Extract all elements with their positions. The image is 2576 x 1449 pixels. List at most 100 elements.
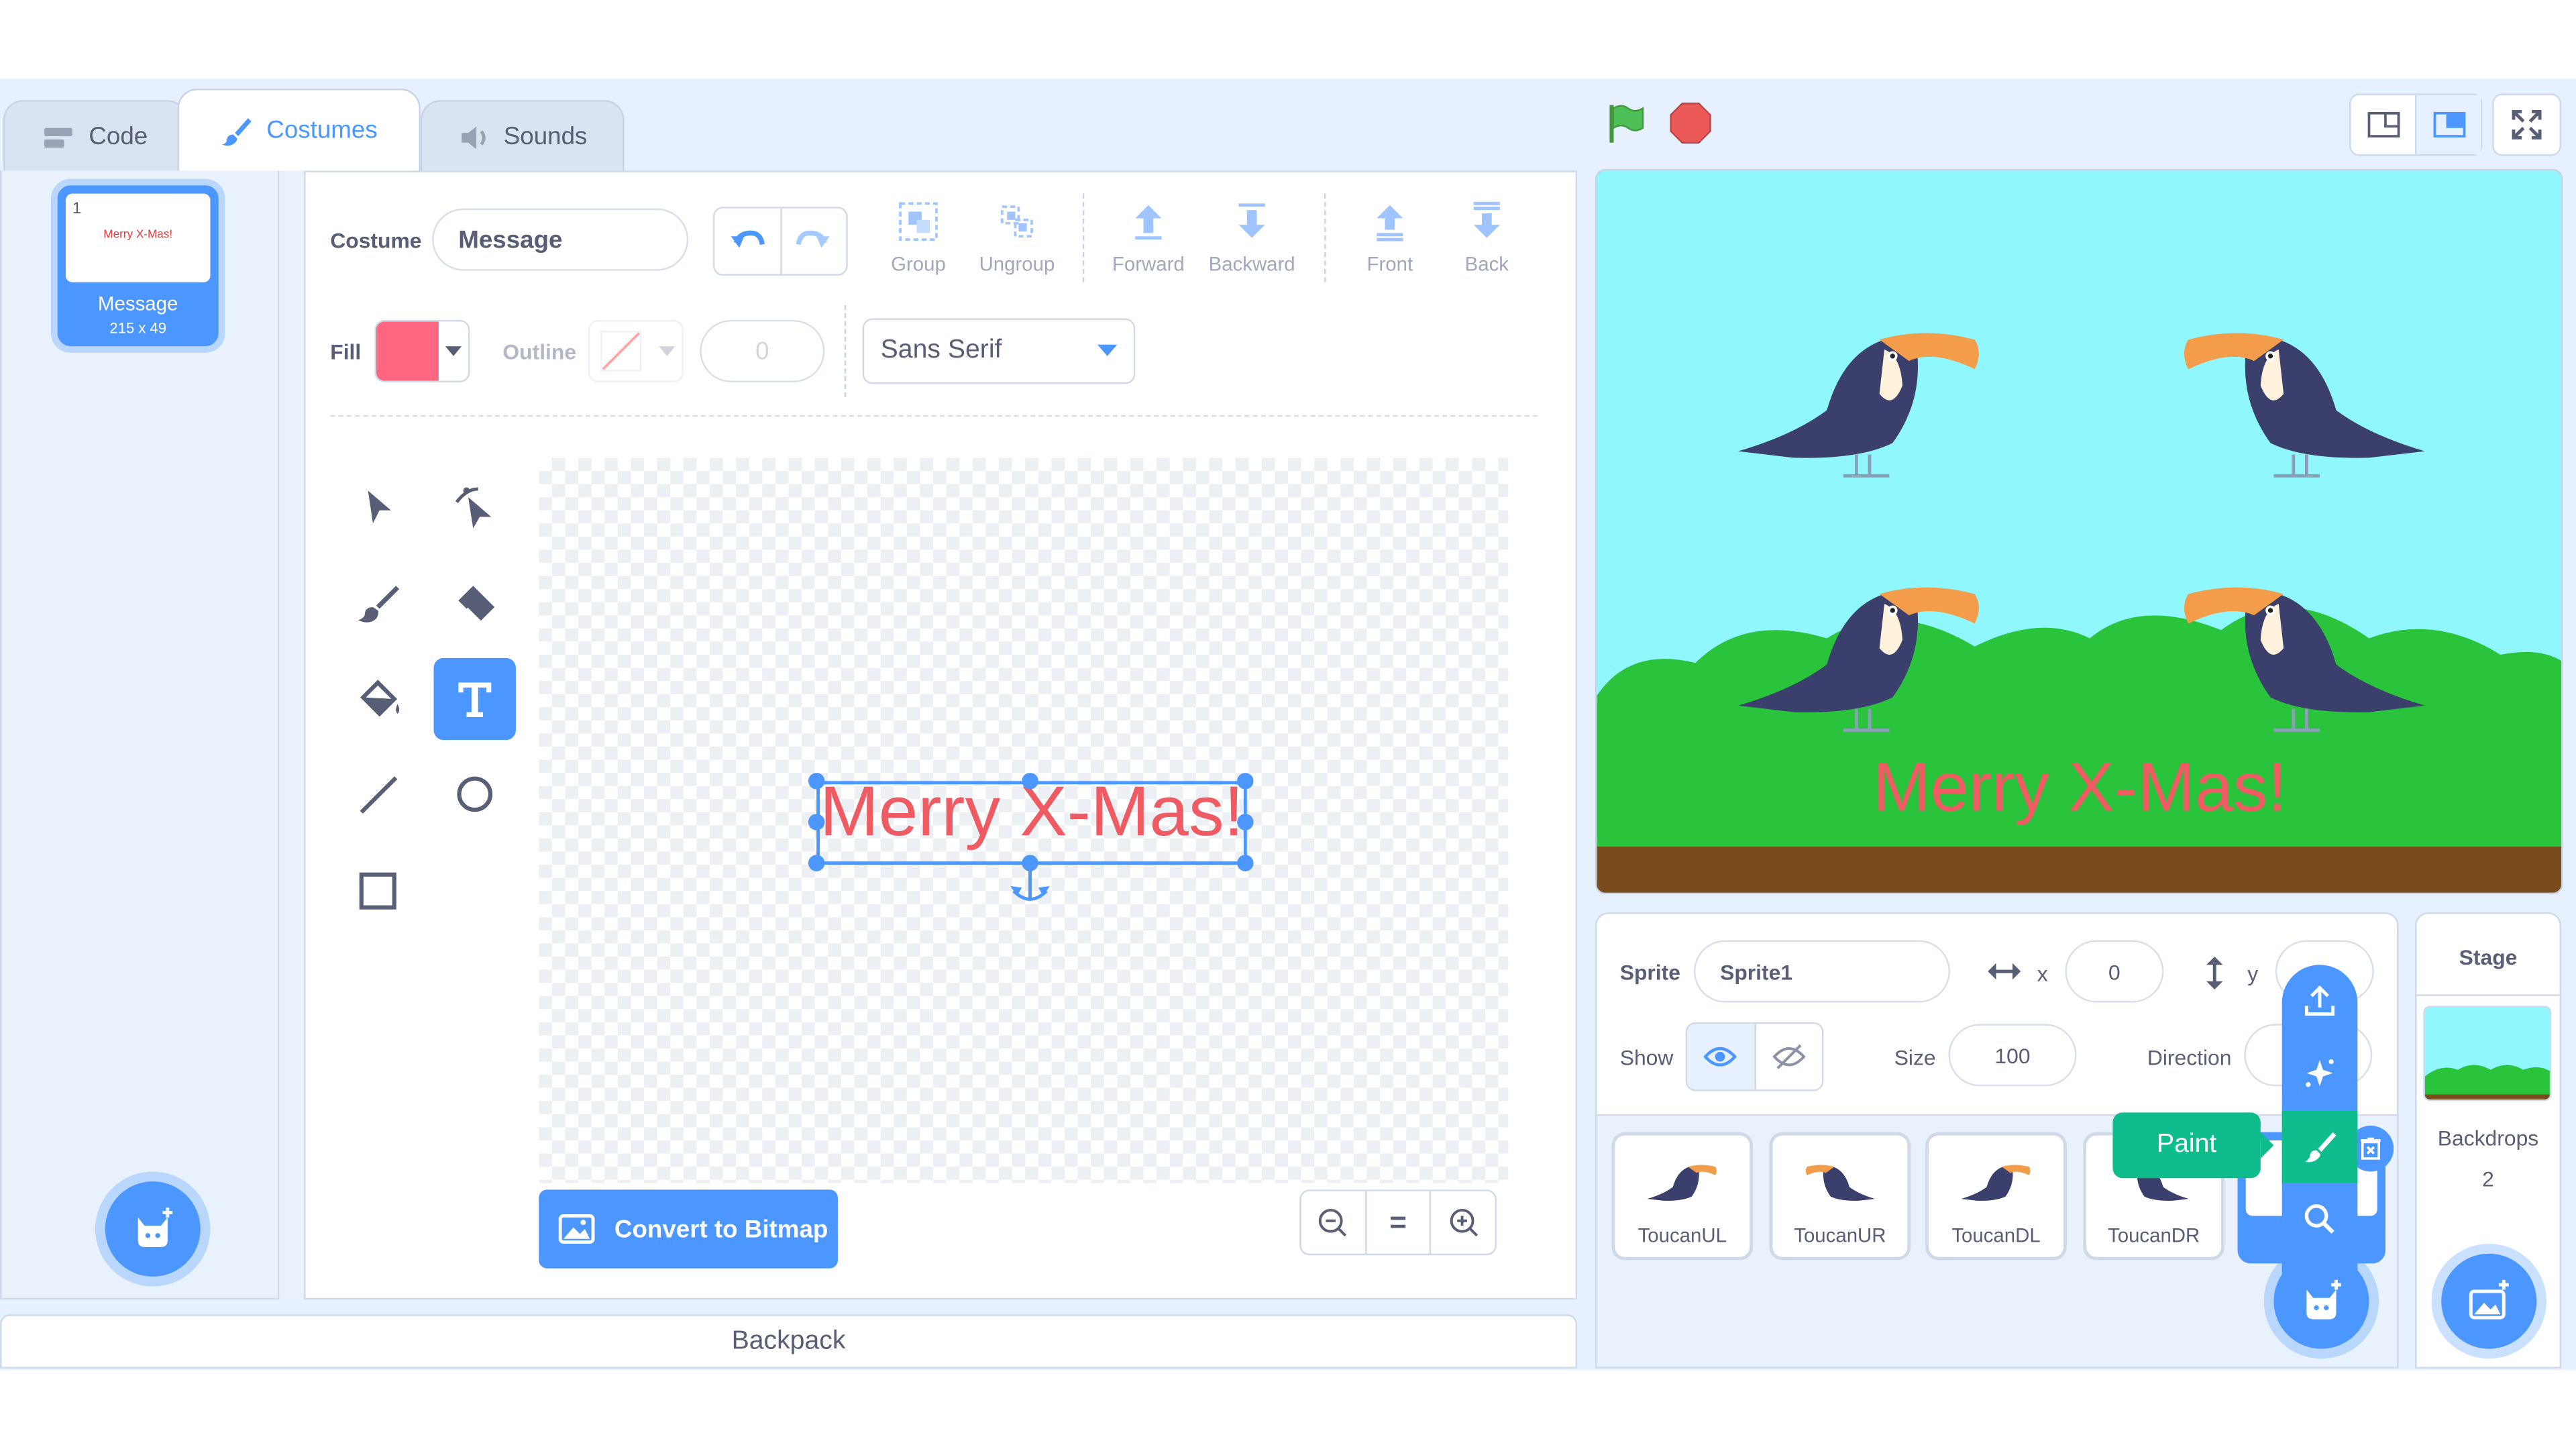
toucan-sprite-ul[interactable] xyxy=(1728,320,1991,484)
rectangle-tool[interactable] xyxy=(337,850,419,932)
choose-costume-button[interactable] xyxy=(105,1181,201,1277)
toolbar-separator xyxy=(1324,193,1326,282)
x-input[interactable]: 0 xyxy=(2065,940,2164,1003)
size-input[interactable]: 100 xyxy=(1948,1024,2077,1087)
rectangle-icon xyxy=(359,872,396,910)
brush-tool[interactable] xyxy=(337,563,419,645)
backpack[interactable]: Backpack xyxy=(0,1314,1578,1368)
choose-sprite-button[interactable] xyxy=(2273,1253,2369,1349)
y-label: y xyxy=(2247,961,2259,987)
resize-handle[interactable] xyxy=(1022,773,1038,790)
tab-costumes[interactable]: Costumes xyxy=(177,89,421,171)
upload-sprite-button[interactable] xyxy=(2282,965,2358,1037)
toucan-sprite-ur[interactable] xyxy=(2172,320,2435,484)
costume-thumb-text: Merry X-Mas! xyxy=(103,229,173,241)
large-stage-button[interactable] xyxy=(2416,95,2481,154)
fullscreen-button[interactable] xyxy=(2492,93,2561,156)
backdrop-thumbnail xyxy=(2423,1006,2552,1102)
surprise-sprite-button[interactable] xyxy=(2282,1037,2358,1110)
code-icon xyxy=(44,127,72,147)
tab-sounds-label: Sounds xyxy=(503,123,588,152)
sprite-label: Sprite xyxy=(1619,959,1680,985)
costume-name-input[interactable]: Message xyxy=(432,208,689,271)
brush-icon xyxy=(222,117,252,145)
choose-backdrop-button[interactable] xyxy=(2441,1253,2537,1349)
forward-label: Forward xyxy=(1112,252,1185,276)
line-icon xyxy=(360,776,398,814)
stop-icon[interactable] xyxy=(1669,102,1712,145)
redo-icon xyxy=(796,230,830,248)
hide-button[interactable] xyxy=(1755,1024,1822,1090)
sparkle-icon xyxy=(2306,1059,2334,1087)
sprite-name-input[interactable]: Sprite1 xyxy=(1693,940,1950,1003)
resize-handle[interactable] xyxy=(1237,855,1254,871)
toucan-sprite-dr[interactable] xyxy=(2172,574,2435,739)
show-label: Show xyxy=(1619,1045,1674,1070)
zoom-out-button[interactable] xyxy=(1301,1191,1366,1254)
toolbar-separator xyxy=(844,305,847,397)
resize-handle[interactable] xyxy=(808,855,825,871)
text-tool[interactable] xyxy=(433,657,516,741)
toucan-thumbnail xyxy=(1805,1165,1875,1201)
zoom-out-icon xyxy=(1319,1208,1347,1237)
redo-button[interactable] xyxy=(781,209,846,274)
tab-sounds[interactable]: Sounds xyxy=(420,100,625,172)
resize-handle[interactable] xyxy=(1237,773,1254,790)
small-stage-button[interactable] xyxy=(2351,95,2417,154)
costume-thumbnail: 1 Merry X-Mas! xyxy=(65,193,211,282)
eraser-icon xyxy=(458,586,495,623)
costume-item[interactable]: 1 Merry X-Mas! Message 215 x 49 xyxy=(57,185,219,347)
outline-color-picker[interactable] xyxy=(588,319,684,382)
zoom-in-icon xyxy=(1449,1208,1478,1237)
reshape-tool[interactable] xyxy=(434,466,516,548)
back-button[interactable]: Back xyxy=(1434,200,1540,282)
sprite-card-toucandl[interactable]: ToucanDL xyxy=(1925,1132,2067,1260)
eye-slash-icon xyxy=(1772,1044,1805,1069)
brush-icon xyxy=(2304,1132,2337,1163)
paint-sprite-button[interactable] xyxy=(2282,1110,2358,1183)
sprite-card-toucanur[interactable]: ToucanUR xyxy=(1769,1132,1911,1260)
eraser-tool[interactable] xyxy=(434,563,516,645)
choose-sprite-search-button[interactable] xyxy=(2282,1183,2358,1256)
costume-name-label: Costume xyxy=(330,227,422,253)
toucan-sprite-dl[interactable] xyxy=(1728,574,1991,739)
resize-handle[interactable] xyxy=(808,773,825,790)
sprite-card-toucanul[interactable]: ToucanUL xyxy=(1611,1132,1754,1260)
zoom-reset-button[interactable]: = xyxy=(1366,1191,1432,1254)
paint-tooltip-label: Paint xyxy=(2156,1130,2217,1159)
resize-handle[interactable] xyxy=(1237,814,1254,830)
circle-tool[interactable] xyxy=(434,753,516,835)
forward-button[interactable]: Forward xyxy=(1095,200,1201,282)
convert-to-bitmap-button[interactable]: Convert to Bitmap xyxy=(539,1189,838,1269)
paint-tooltip: Paint xyxy=(2112,1112,2274,1179)
selection-box[interactable] xyxy=(816,781,1247,865)
ungroup-button[interactable]: Ungroup xyxy=(965,200,1070,282)
green-flag-icon[interactable] xyxy=(1605,102,1648,145)
fill-tool[interactable] xyxy=(337,658,419,740)
select-tool[interactable] xyxy=(337,466,419,548)
undo-button[interactable] xyxy=(714,208,782,274)
group-button[interactable]: Group xyxy=(866,200,971,282)
ungroup-label: Ungroup xyxy=(979,252,1055,276)
zoom-reset-label: = xyxy=(1389,1205,1407,1238)
show-button[interactable] xyxy=(1687,1024,1756,1090)
tab-code[interactable]: Code xyxy=(3,100,188,172)
toucan-thumbnail xyxy=(1961,1165,2031,1201)
forward-icon xyxy=(1135,205,1162,240)
ungroup-icon xyxy=(1001,205,1033,238)
outline-width-input[interactable]: 0 xyxy=(700,319,825,382)
font-select[interactable]: Sans Serif xyxy=(862,318,1136,384)
backward-button[interactable]: Backward xyxy=(1199,200,1305,282)
stage-text-sprite[interactable]: Merry X-Mas! xyxy=(1873,748,2287,826)
backward-label: Backward xyxy=(1208,252,1295,276)
front-button[interactable]: Front xyxy=(1337,200,1442,282)
rotate-handle-icon[interactable] xyxy=(1009,865,1052,908)
zoom-in-button[interactable] xyxy=(1432,1191,1495,1254)
sprite-card-label: ToucanDR xyxy=(2108,1224,2200,1247)
resize-handle[interactable] xyxy=(808,814,825,830)
cat-add-icon xyxy=(138,1208,173,1247)
fill-color-picker[interactable] xyxy=(374,319,470,382)
line-tool[interactable] xyxy=(337,753,419,835)
sprite-card-label: ToucanUR xyxy=(1794,1224,1886,1247)
x-label: x xyxy=(2037,961,2048,987)
